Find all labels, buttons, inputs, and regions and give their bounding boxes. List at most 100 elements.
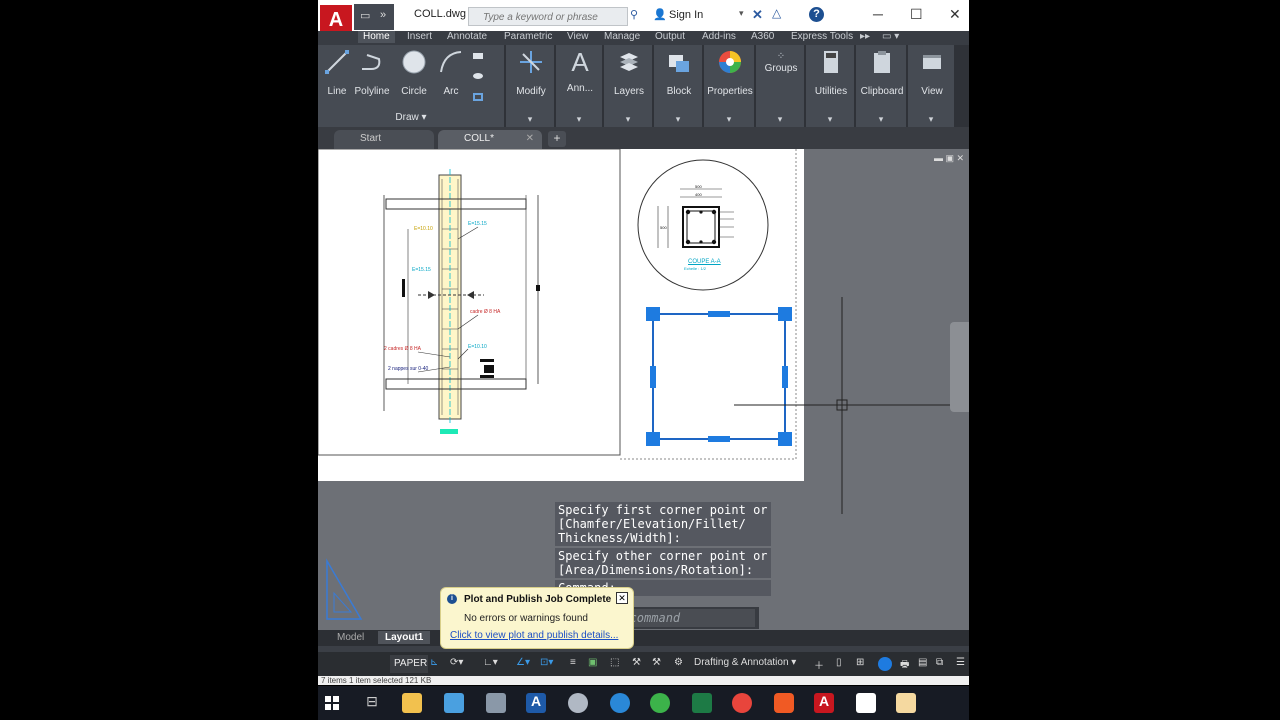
transparency-icon[interactable]: ▣ xyxy=(588,657,597,668)
properties-panel[interactable]: Properties ▾ xyxy=(704,45,756,127)
block-panel[interactable]: Block ▾ xyxy=(654,45,704,127)
maximize-button[interactable]: ☐ xyxy=(910,6,923,23)
chrome-icon[interactable] xyxy=(732,693,752,713)
properties-tool[interactable]: Properties xyxy=(704,49,756,97)
groups-tool[interactable]: ⁘ Groups xyxy=(756,51,806,74)
modify-panel[interactable]: Modify ▾ xyxy=(506,45,556,127)
close-button[interactable]: ✕ xyxy=(949,6,961,23)
edge-icon[interactable] xyxy=(610,693,630,713)
layers-tool[interactable]: Layers xyxy=(604,49,654,97)
block-dropdown-icon[interactable]: ▾ xyxy=(654,114,702,125)
close-notification-button[interactable]: ✕ xyxy=(616,592,628,604)
rectangle-icon[interactable] xyxy=(473,53,483,59)
modify-tool[interactable]: Modify xyxy=(506,49,556,97)
autocad-taskbar-icon[interactable]: A xyxy=(814,693,834,713)
file-explorer-icon[interactable] xyxy=(402,693,422,713)
exchange-icon[interactable]: ✕ xyxy=(752,7,763,23)
viewport-controls[interactable]: ▬ ▣ ✕ xyxy=(934,153,964,164)
hatch-icon[interactable] xyxy=(473,73,483,79)
view-dropdown-icon[interactable]: ▾ xyxy=(908,114,954,125)
units-icon[interactable]: ▯ xyxy=(836,657,842,668)
view-tool[interactable]: View xyxy=(908,49,956,97)
workspace-switch[interactable]: Drafting & Annotation ▾ xyxy=(694,657,796,668)
polyline-tool[interactable]: Polyline xyxy=(354,49,390,97)
view-panel[interactable]: View ▾ xyxy=(908,45,956,127)
tab-start[interactable]: Start xyxy=(334,130,434,149)
app-icon-14[interactable] xyxy=(896,693,916,713)
excel-icon[interactable] xyxy=(692,693,712,713)
windows-start-icon[interactable] xyxy=(322,693,342,713)
tab-layout1[interactable]: Layout1 xyxy=(378,631,431,644)
capcut-icon[interactable] xyxy=(856,693,876,713)
customization-icon[interactable]: ☰ xyxy=(956,657,965,668)
plot-publish-notification[interactable]: i Plot and Publish Job Complete ✕ No err… xyxy=(440,587,634,649)
draw-panel-label[interactable]: Draw ▾ xyxy=(318,112,504,123)
grid-icon[interactable]: ⊾ xyxy=(430,657,438,668)
annotation-panel[interactable]: A Ann... ▾ xyxy=(556,45,604,127)
line-tool[interactable]: Line xyxy=(324,49,350,97)
close-tab-icon[interactable]: ✕ xyxy=(526,133,534,144)
tab-express-tools[interactable]: Express Tools xyxy=(791,31,853,43)
plot-publish-icon[interactable]: 🖶 xyxy=(900,657,909,674)
ribbon-minimize-icon[interactable]: ▭ ▾ xyxy=(882,31,899,43)
annotation-scale-icon[interactable]: ⚒ xyxy=(632,657,641,668)
properties-dropdown-icon[interactable]: ▾ xyxy=(704,114,754,125)
utilities-dropdown-icon[interactable]: ▾ xyxy=(806,114,854,125)
minimize-button[interactable]: ─ xyxy=(873,6,883,22)
autodesk-a360-icon[interactable]: △ xyxy=(772,6,781,20)
binoculars-icon[interactable]: ⚲ xyxy=(630,8,638,21)
tab-parametric[interactable]: Parametric xyxy=(504,31,552,43)
tab-manage[interactable]: Manage xyxy=(604,31,640,43)
tab-model[interactable]: Model xyxy=(330,631,371,644)
tab-annotate[interactable]: Annotate xyxy=(447,31,487,43)
tab-home[interactable]: Home xyxy=(358,31,395,43)
layers-panel[interactable]: Layers ▾ xyxy=(604,45,654,127)
search-input[interactable] xyxy=(468,7,628,26)
paint-icon[interactable] xyxy=(568,693,588,713)
lineweight-icon[interactable]: ≡ xyxy=(570,657,576,668)
tab-view[interactable]: View xyxy=(567,31,589,43)
selection-cycling-icon[interactable]: ⬚ xyxy=(610,657,619,668)
tab-add-ins[interactable]: Add-ins xyxy=(702,31,736,43)
annotation-monitor-icon[interactable]: ＋ xyxy=(814,657,824,672)
brave-icon[interactable] xyxy=(774,693,794,713)
chevron-down-icon[interactable]: ▾ xyxy=(739,8,744,19)
task-view-icon[interactable]: ⊟ xyxy=(362,693,382,713)
annotation-dropdown-icon[interactable]: ▾ xyxy=(556,114,602,125)
osnap-icon[interactable]: ⊡▾ xyxy=(540,657,553,668)
groups-dropdown-icon[interactable]: ▾ xyxy=(756,114,804,125)
new-tab-button[interactable]: + xyxy=(548,131,566,147)
notification-details-link[interactable]: Click to view plot and publish details..… xyxy=(450,630,618,641)
hardware-acceleration-icon[interactable]: ▤ xyxy=(918,657,927,668)
utilities-tool[interactable]: Utilities xyxy=(806,49,856,97)
boundary-icon[interactable] xyxy=(473,93,483,101)
clipboard-panel[interactable]: Clipboard ▾ xyxy=(856,45,908,127)
workspace-gear-icon[interactable]: ⚙ xyxy=(674,657,683,668)
app-icon-3[interactable] xyxy=(486,693,506,713)
modify-dropdown-icon[interactable]: ▾ xyxy=(506,114,554,125)
layers-dropdown-icon[interactable]: ▾ xyxy=(604,114,652,125)
annotation-tool[interactable]: A Ann... xyxy=(556,47,604,94)
drawing-area[interactable]: ▬ ▣ ✕ E=10.10 E=15.15 E=15.15 E=10.10 ca… xyxy=(318,148,969,630)
utilities-panel[interactable]: Utilities ▾ xyxy=(806,45,856,127)
tab-output[interactable]: Output xyxy=(655,31,685,43)
autocad-alt-icon[interactable]: A xyxy=(526,693,546,713)
block-tool[interactable]: Block xyxy=(654,49,704,97)
tab-a360[interactable]: A360 xyxy=(751,31,774,43)
overflow-icon[interactable]: » xyxy=(380,9,386,21)
navigation-bar[interactable] xyxy=(950,322,969,412)
app-icon-2[interactable] xyxy=(444,693,464,713)
groups-panel[interactable]: ⁘ Groups ▾ xyxy=(756,45,806,127)
folder-icon[interactable]: ▭ xyxy=(360,9,370,22)
annotation-visibility-icon[interactable]: ⚒ xyxy=(652,657,661,668)
sign-in-button[interactable]: Sign In xyxy=(669,9,703,21)
clean-screen-icon[interactable]: ⧉ xyxy=(936,657,943,668)
help-icon[interactable]: ? xyxy=(809,7,824,22)
more-tabs-icon[interactable]: ▸▸ xyxy=(860,31,870,43)
quick-properties-icon[interactable]: ⊞ xyxy=(856,657,864,668)
ortho-icon[interactable]: ∟▾ xyxy=(483,657,498,668)
isolate-objects-icon[interactable] xyxy=(878,657,892,671)
snap-icon[interactable]: ⟳▾ xyxy=(450,657,463,668)
clipboard-dropdown-icon[interactable]: ▾ xyxy=(856,114,906,125)
wechat-icon[interactable] xyxy=(650,693,670,713)
